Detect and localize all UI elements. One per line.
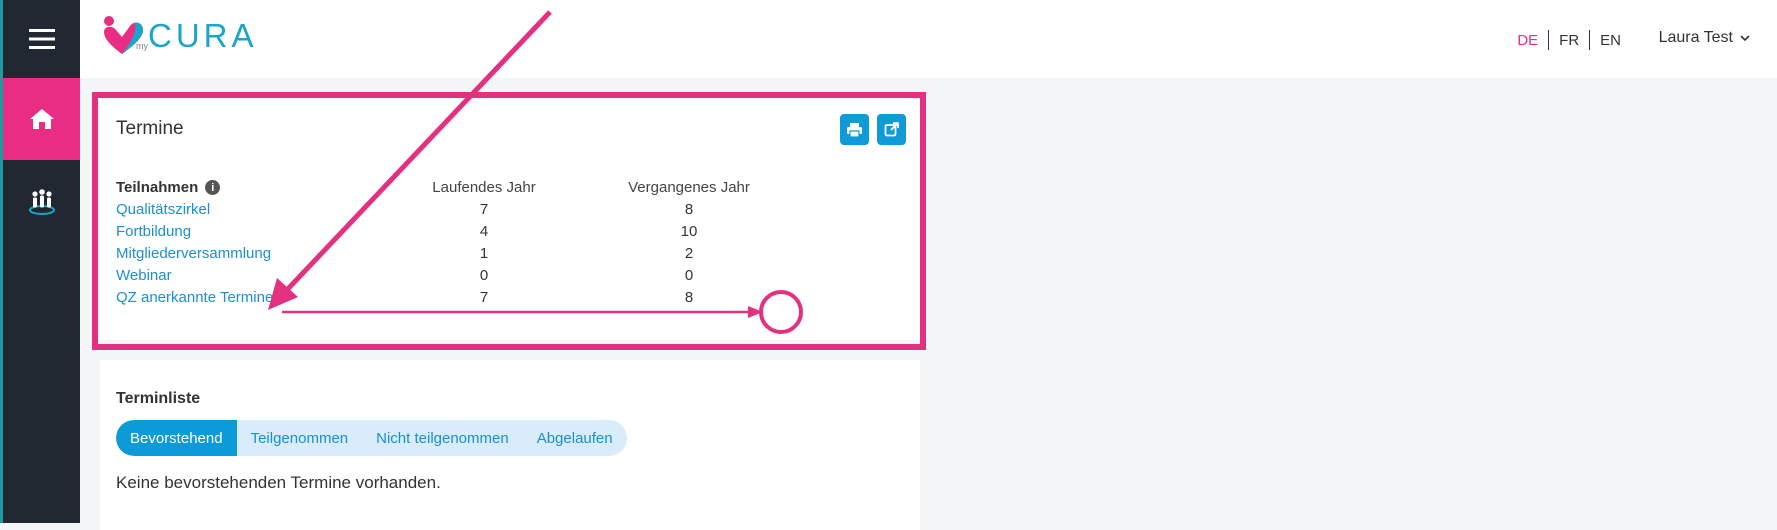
sidebar-item-community[interactable] <box>3 160 80 242</box>
empty-state-message: Keine bevorstehenden Termine vorhanden. <box>116 473 441 492</box>
community-icon <box>28 189 55 215</box>
user-name: Laura Test <box>1658 29 1733 46</box>
user-menu[interactable]: Laura Test <box>1659 29 1750 47</box>
tab-nicht-teilgenommen[interactable]: Nicht teilgenommen <box>362 420 523 456</box>
sidebar-menu-toggle[interactable] <box>3 0 80 78</box>
logo-prefix: my <box>136 41 148 51</box>
highlight-frame <box>92 92 926 350</box>
lang-de[interactable]: DE <box>1507 32 1548 49</box>
heart-logo-icon <box>104 16 143 54</box>
language-switcher: DE FR EN <box>1507 30 1631 50</box>
sidebar-item-home[interactable] <box>3 78 80 160</box>
lang-fr[interactable]: FR <box>1549 32 1589 49</box>
top-bar: my CURA DE FR EN Laura Test <box>80 0 1777 78</box>
hamburger-menu-icon <box>28 29 55 49</box>
tab-bevorstehend[interactable]: Bevorstehend <box>116 420 237 456</box>
tab-abgelaufen[interactable]: Abgelaufen <box>523 420 627 456</box>
logo-text: CURA <box>148 17 258 54</box>
mycura-logo[interactable]: my CURA <box>100 14 258 58</box>
tab-teilgenommen[interactable]: Teilgenommen <box>237 420 363 456</box>
terminliste-title: Terminliste <box>116 390 201 407</box>
chevron-down-icon <box>1740 34 1750 41</box>
terminliste-card: Terminliste Bevorstehend Teilgenommen Ni… <box>100 360 920 530</box>
terminliste-tabs: Bevorstehend Teilgenommen Nicht teilgeno… <box>116 420 627 456</box>
home-icon <box>29 109 54 129</box>
sidebar <box>0 0 80 523</box>
lang-en[interactable]: EN <box>1590 32 1631 49</box>
